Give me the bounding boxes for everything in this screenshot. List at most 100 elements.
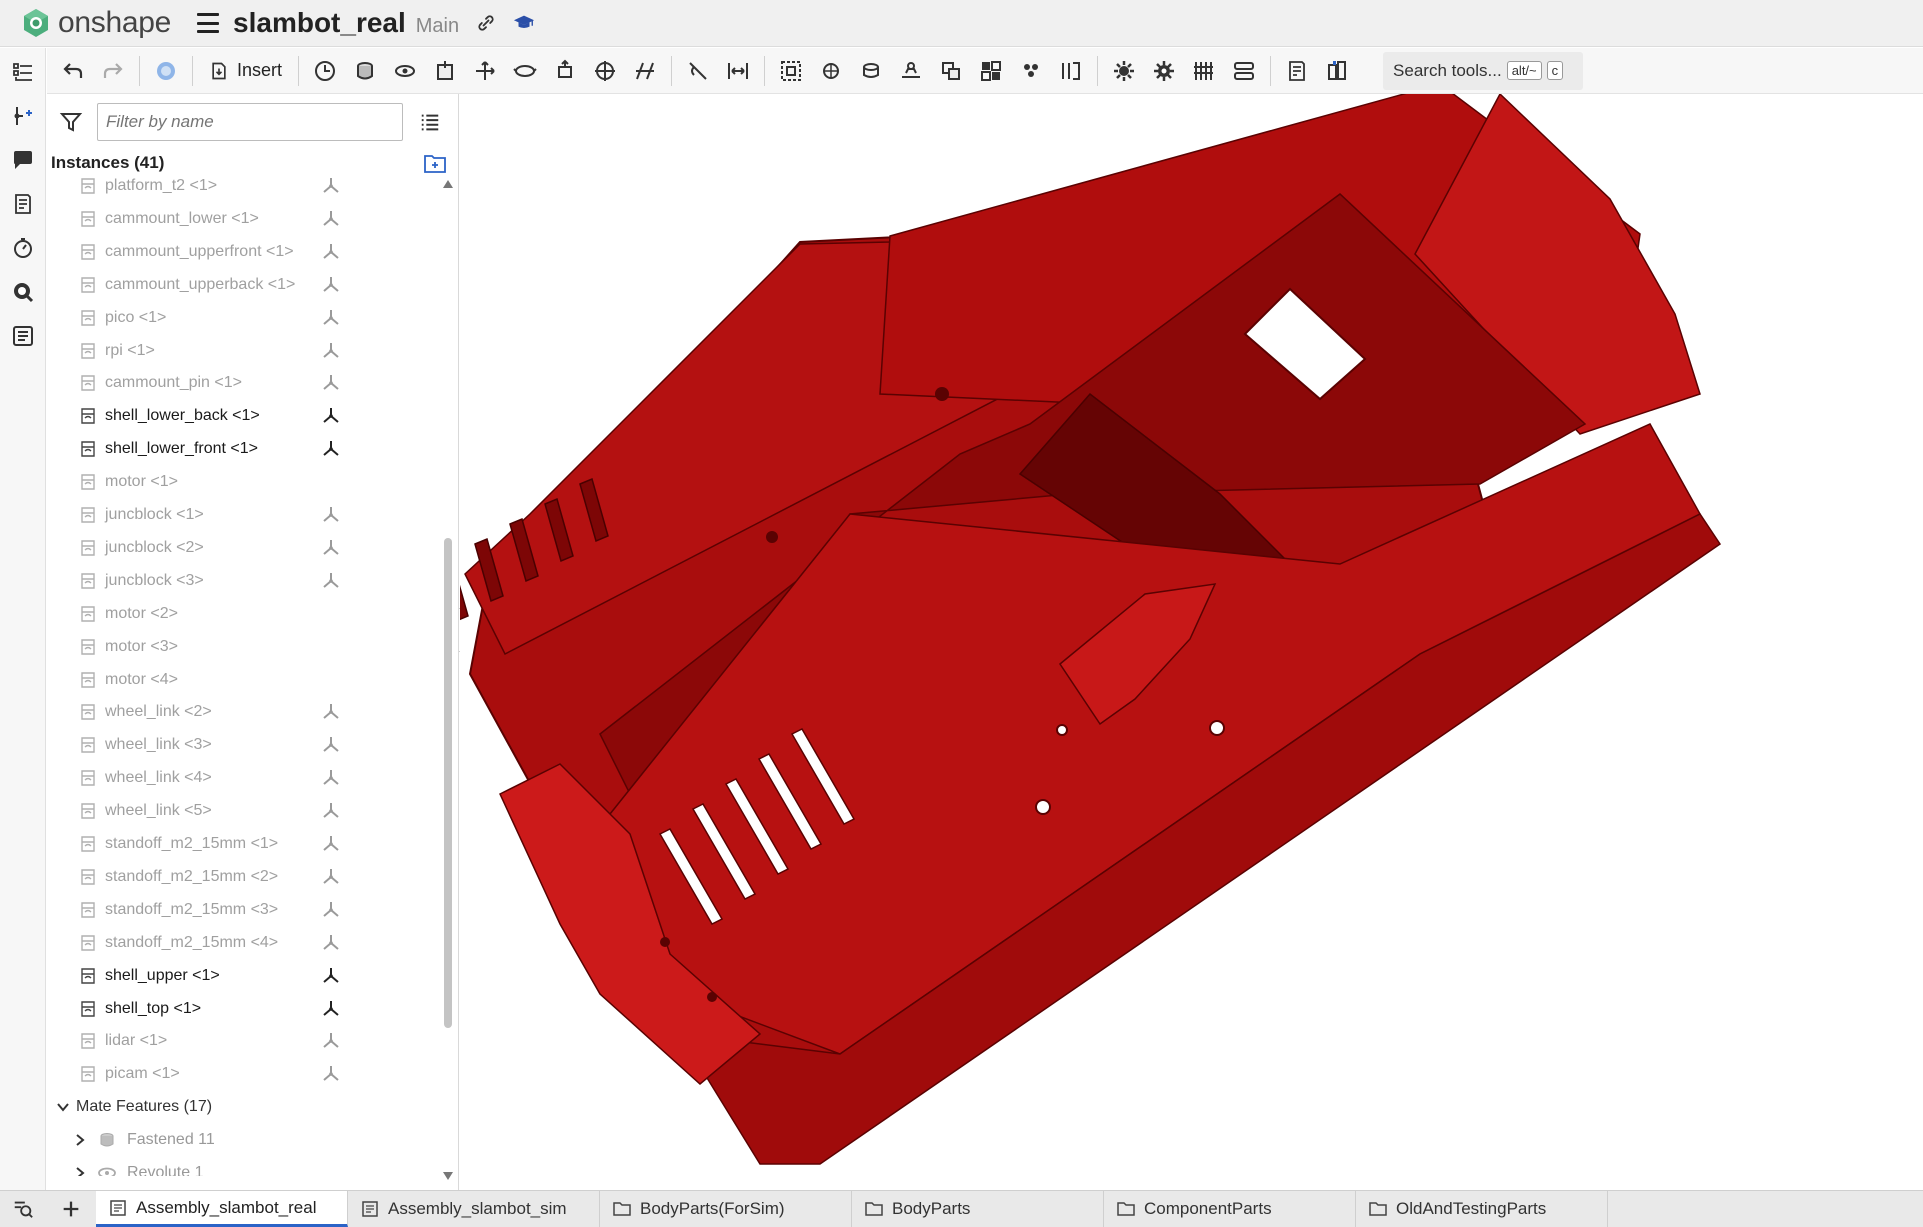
instance-row[interactable]: shell_upper <1>: [47, 960, 439, 992]
education-cap-icon[interactable]: [513, 12, 535, 34]
insert-button[interactable]: Insert: [199, 54, 292, 88]
instance-row[interactable]: shell_lower_front <1>: [47, 433, 439, 465]
filter-by-name-input[interactable]: [97, 103, 403, 141]
instance-row[interactable]: juncblock <1>: [47, 499, 439, 531]
part-instance-icon: [81, 836, 95, 852]
document-title[interactable]: slambot_real: [233, 7, 406, 39]
add-tab-icon[interactable]: [46, 1191, 96, 1227]
group-icon[interactable]: [774, 54, 808, 88]
chevron-right-icon[interactable]: [73, 1165, 87, 1176]
named-positions-icon[interactable]: [1280, 54, 1314, 88]
hamburger-menu-icon[interactable]: [197, 13, 220, 33]
instance-row[interactable]: standoff_m2_15mm <2>: [47, 861, 439, 893]
mate-features-section[interactable]: Mate Features (17): [47, 1091, 439, 1123]
document-tab[interactable]: Assembly_slambot_sim: [348, 1191, 600, 1227]
instance-row[interactable]: cammount_pin <1>: [47, 367, 439, 399]
assembly-model-render[interactable]: [460, 94, 1923, 1190]
document-tab[interactable]: Assembly_slambot_real: [96, 1191, 348, 1227]
3d-viewport[interactable]: [460, 94, 1923, 1190]
pattern-icon[interactable]: [1014, 54, 1048, 88]
chevron-right-icon[interactable]: [73, 1132, 87, 1148]
onshape-logo[interactable]: onshape: [20, 6, 171, 40]
motion-gear-icon[interactable]: [1147, 54, 1181, 88]
instance-row[interactable]: juncblock <3>: [47, 565, 439, 597]
variables-icon[interactable]: [1227, 54, 1261, 88]
instance-row[interactable]: wheel_link <2>: [47, 696, 439, 728]
instance-row[interactable]: motor <2>: [47, 598, 439, 630]
scroll-thumb[interactable]: [444, 538, 452, 1028]
new-folder-icon[interactable]: [423, 152, 447, 174]
instance-row[interactable]: lidar <1>: [47, 1025, 439, 1057]
configuration-table-icon[interactable]: [1187, 54, 1221, 88]
mate-connector-icon[interactable]: [814, 54, 848, 88]
instance-row[interactable]: wheel_link <4>: [47, 762, 439, 794]
instance-row[interactable]: wheel_link <3>: [47, 729, 439, 761]
tab-label: Assembly_slambot_sim: [388, 1199, 567, 1218]
scroll-up-arrow-icon[interactable]: [442, 178, 454, 190]
replicate-icon[interactable]: [308, 54, 342, 88]
filter-icon[interactable]: [59, 110, 83, 134]
instance-row[interactable]: standoff_m2_15mm <1>: [47, 828, 439, 860]
screw-relation-icon[interactable]: [934, 54, 968, 88]
folder-icon: [1117, 1202, 1135, 1216]
list-options-icon[interactable]: [419, 111, 441, 133]
slider-mate-icon[interactable]: [428, 54, 462, 88]
bill-of-materials-icon[interactable]: [0, 182, 46, 226]
instance-row[interactable]: shell_top <1>: [47, 993, 439, 1025]
instance-row[interactable]: platform_t2 <1>: [47, 176, 439, 202]
document-tab[interactable]: ComponentParts: [1104, 1191, 1356, 1227]
linear-relation-icon[interactable]: [974, 54, 1008, 88]
instance-row[interactable]: cammount_upperback <1>: [47, 269, 439, 301]
scroll-down-arrow-icon[interactable]: [442, 1170, 454, 1182]
undo-icon[interactable]: [56, 54, 90, 88]
document-branch[interactable]: Main: [416, 15, 459, 38]
comments-icon[interactable]: [0, 138, 46, 182]
instance-row[interactable]: standoff_m2_15mm <4>: [47, 927, 439, 959]
instance-row[interactable]: juncblock <2>: [47, 532, 439, 564]
document-tab[interactable]: BodyParts(ForSim): [600, 1191, 852, 1227]
link-icon[interactable]: [475, 12, 497, 34]
tangent-mate-icon[interactable]: [681, 54, 715, 88]
rack-pinion-icon[interactable]: [894, 54, 928, 88]
mate-feature-row[interactable]: Fastened 11: [47, 1124, 439, 1156]
instance-row[interactable]: cammount_upperfront <1>: [47, 236, 439, 268]
animation-timer-icon[interactable]: [0, 226, 46, 270]
redo-icon[interactable]: [96, 54, 130, 88]
instance-row[interactable]: picam <1>: [47, 1058, 439, 1090]
instance-row[interactable]: cammount_lower <1>: [47, 203, 439, 235]
tree-scrollbar[interactable]: [439, 178, 457, 1182]
instance-name: shell_upper <1>: [105, 966, 220, 984]
search-tools-input[interactable]: Search tools... alt/~ c: [1383, 51, 1584, 90]
planar-mate-icon[interactable]: [468, 54, 502, 88]
instance-row[interactable]: motor <1>: [47, 466, 439, 498]
cylindrical-mate-icon[interactable]: [508, 54, 542, 88]
instance-row[interactable]: wheel_link <5>: [47, 795, 439, 827]
feature-list-icon[interactable]: [0, 50, 46, 94]
insert-mate-icon[interactable]: [0, 94, 46, 138]
parallel-mate-icon[interactable]: [628, 54, 662, 88]
search-tabs-icon[interactable]: [0, 1191, 46, 1227]
explode-icon[interactable]: [1054, 54, 1088, 88]
simulation-gear-icon[interactable]: [1107, 54, 1141, 88]
instance-row[interactable]: rpi <1>: [47, 335, 439, 367]
inspection-icon[interactable]: [0, 270, 46, 314]
mate-feature-row[interactable]: Revolute 1: [47, 1157, 439, 1176]
instance-row[interactable]: motor <4>: [47, 664, 439, 696]
instance-row[interactable]: motor <3>: [47, 631, 439, 663]
document-tab[interactable]: BodyParts: [852, 1191, 1104, 1227]
instance-row[interactable]: standoff_m2_15mm <3>: [47, 894, 439, 926]
ball-mate-icon[interactable]: [588, 54, 622, 88]
instance-row[interactable]: shell_lower_back <1>: [47, 400, 439, 432]
chevron-down-icon[interactable]: [55, 1099, 71, 1115]
width-mate-icon[interactable]: [721, 54, 755, 88]
document-tab[interactable]: OldAndTestingParts: [1356, 1191, 1608, 1227]
instance-row[interactable]: pico <1>: [47, 302, 439, 334]
revolute-mate-icon[interactable]: [388, 54, 422, 88]
pin-slot-mate-icon[interactable]: [548, 54, 582, 88]
degrees-of-freedom-icon: [323, 967, 339, 983]
gear-relation-icon[interactable]: [854, 54, 888, 88]
measure-tools-icon[interactable]: [1320, 54, 1354, 88]
checklist-icon[interactable]: [0, 314, 46, 358]
fastened-mate-icon[interactable]: [348, 54, 382, 88]
feature-disabled-icon[interactable]: [149, 54, 183, 88]
